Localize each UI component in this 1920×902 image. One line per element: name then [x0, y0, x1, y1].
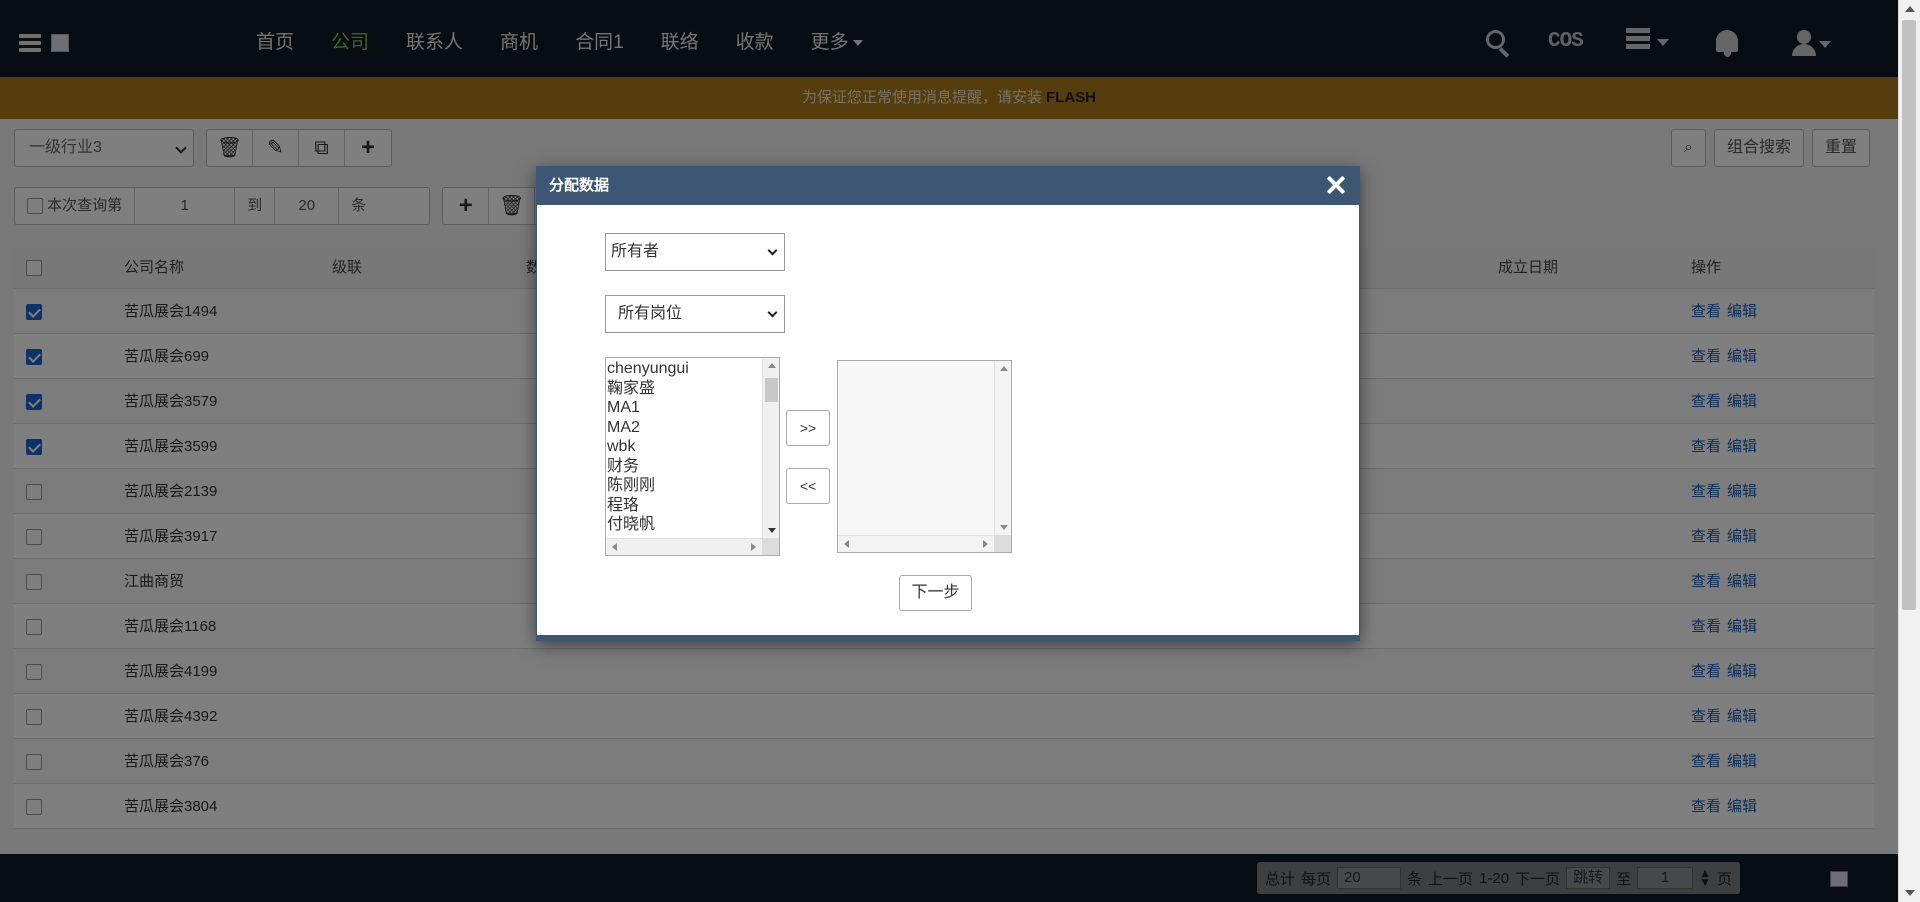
scroll-corner — [762, 538, 779, 555]
dialog-title: 分配数据 — [549, 177, 610, 194]
list-hscrollbar[interactable] — [606, 538, 762, 555]
scroll-up-icon[interactable] — [1905, 6, 1915, 12]
list-item[interactable]: 程珞 — [607, 496, 689, 516]
owner-select[interactable]: 所有者 — [605, 233, 785, 271]
remove-user-button[interactable]: << — [786, 468, 830, 504]
available-users-list[interactable]: chenyungui 鞠家盛 MA1 MA2 wbk 财务 陈刚刚 程珞 付晓帆 — [605, 357, 780, 556]
scroll-left-icon[interactable] — [612, 543, 617, 551]
chevron-down-icon — [767, 245, 778, 256]
list-item[interactable]: 鞠家盛 — [607, 379, 689, 399]
scroll-up-icon[interactable] — [1000, 366, 1008, 371]
available-users-items: chenyungui 鞠家盛 MA1 MA2 wbk 财务 陈刚刚 程珞 付晓帆 — [607, 359, 689, 535]
list-vscrollbar[interactable] — [762, 358, 779, 538]
scroll-left-icon[interactable] — [844, 540, 849, 548]
dialog-footer-bar — [537, 635, 1359, 640]
scroll-corner — [994, 535, 1011, 552]
scroll-right-icon[interactable] — [751, 543, 756, 551]
position-select[interactable]: 所有岗位 — [605, 295, 785, 333]
assign-data-dialog: 分配数据 所有者 所有岗位 chenyungui 鞠家盛 MA1 MA2 wbk 财务 陈刚… — [536, 166, 1360, 641]
selected-users-list[interactable] — [837, 360, 1012, 553]
list-item[interactable]: 财务 — [607, 457, 689, 477]
scroll-right-icon[interactable] — [983, 540, 988, 548]
list-hscrollbar[interactable] — [838, 535, 994, 552]
list-scroll-thumb[interactable] — [765, 378, 778, 402]
position-select-value: 所有岗位 — [618, 305, 683, 322]
page-scrollbar[interactable] — [1898, 0, 1920, 902]
scroll-down-icon[interactable] — [1000, 525, 1008, 530]
dialog-header: 分配数据 — [537, 167, 1359, 205]
scroll-down-icon[interactable] — [768, 528, 776, 533]
close-icon[interactable] — [1321, 170, 1351, 200]
chevron-down-icon — [767, 307, 778, 318]
scroll-thumb[interactable] — [1902, 20, 1916, 610]
list-item[interactable]: 陈刚刚 — [607, 476, 689, 496]
list-item[interactable]: wbk — [607, 437, 689, 457]
scroll-up-icon[interactable] — [768, 363, 776, 368]
next-step-button[interactable]: 下一步 — [899, 575, 972, 611]
list-item[interactable]: MA1 — [607, 398, 689, 418]
scroll-down-icon[interactable] — [1905, 890, 1915, 896]
owner-select-value: 所有者 — [611, 243, 660, 260]
list-item[interactable]: chenyungui — [607, 359, 689, 379]
list-item[interactable]: MA2 — [607, 418, 689, 438]
add-user-button[interactable]: >> — [786, 410, 830, 446]
list-vscrollbar[interactable] — [994, 361, 1011, 535]
list-item[interactable]: 付晓帆 — [607, 515, 689, 535]
